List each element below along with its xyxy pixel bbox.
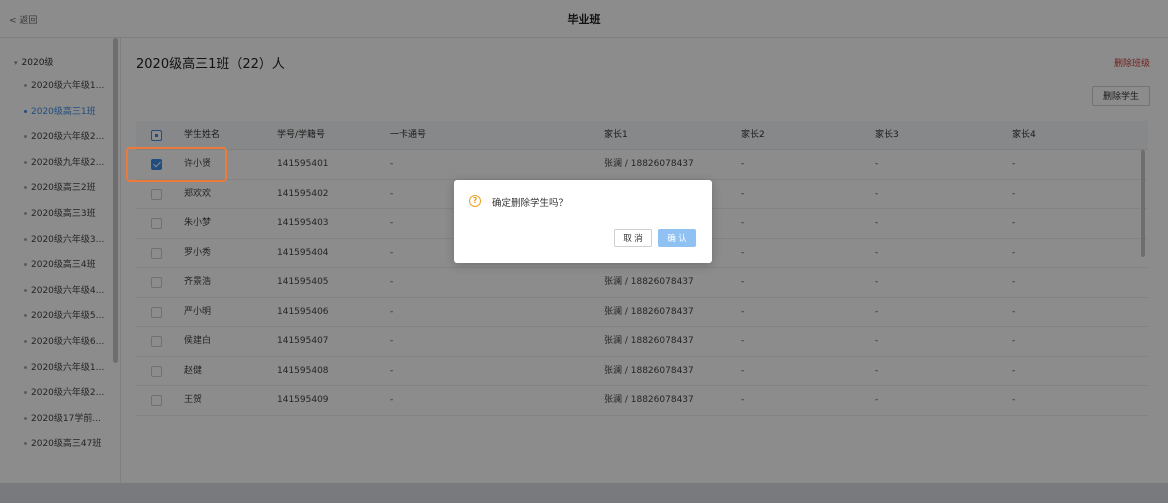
cancel-button[interactable]: 取 消	[614, 229, 652, 247]
confirm-button[interactable]: 确 认	[658, 229, 696, 247]
confirm-dialog: ? 确定删除学生吗？ 取 消 确 认	[454, 180, 712, 263]
selection-highlight	[126, 147, 227, 182]
question-icon: ?	[469, 195, 481, 207]
dialog-message: 确定删除学生吗？	[492, 198, 569, 209]
